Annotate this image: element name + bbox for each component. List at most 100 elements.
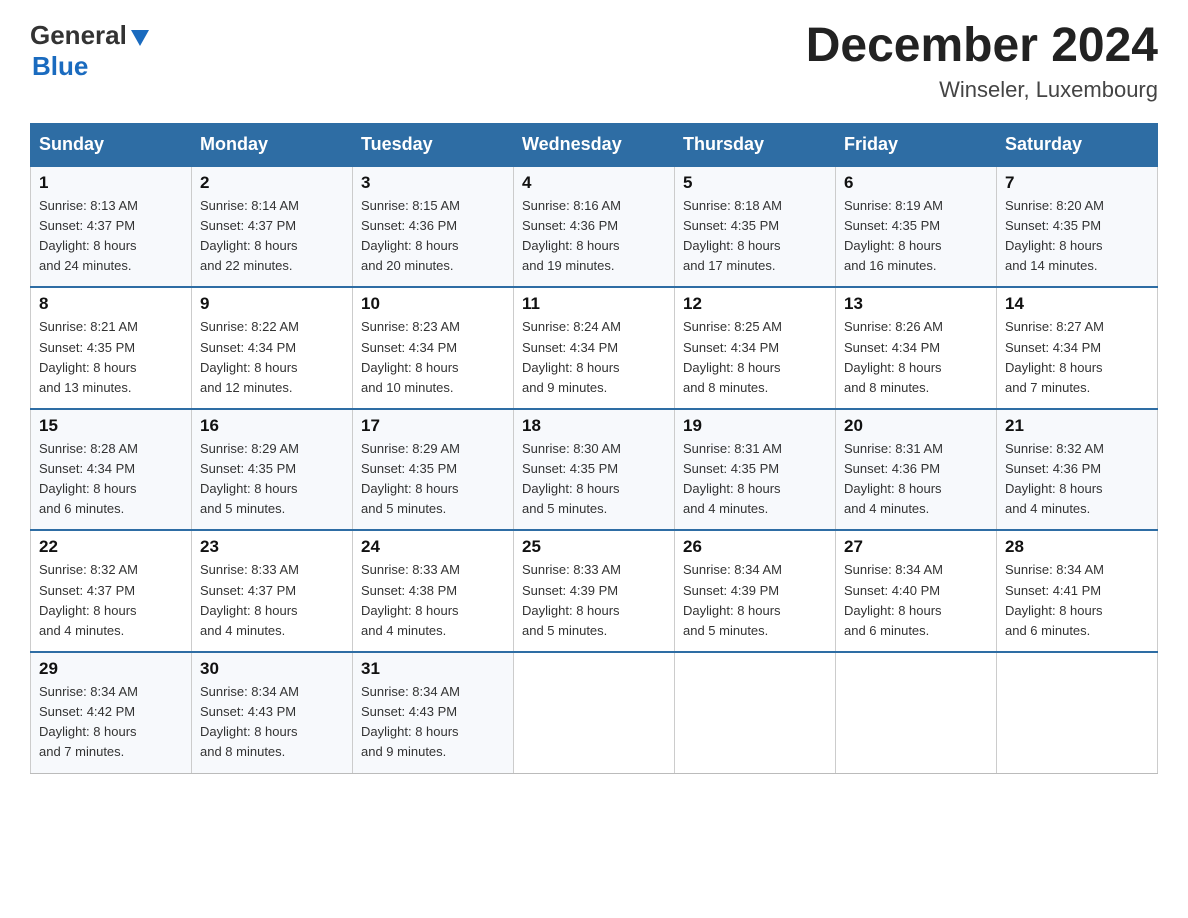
header-row: SundayMondayTuesdayWednesdayThursdayFrid… [31,123,1158,166]
day-number: 23 [200,537,344,557]
day-number: 17 [361,416,505,436]
day-number: 12 [683,294,827,314]
day-number: 26 [683,537,827,557]
calendar-cell: 17 Sunrise: 8:29 AMSunset: 4:35 PMDayligh… [353,409,514,531]
week-row-3: 15 Sunrise: 8:28 AMSunset: 4:34 PMDayligh… [31,409,1158,531]
calendar-cell: 22 Sunrise: 8:32 AMSunset: 4:37 PMDayligh… [31,530,192,652]
day-info: Sunrise: 8:18 AMSunset: 4:35 PMDaylight:… [683,196,827,277]
day-number: 8 [39,294,183,314]
header-cell-monday: Monday [192,123,353,166]
day-info: Sunrise: 8:22 AMSunset: 4:34 PMDaylight:… [200,317,344,398]
calendar-cell: 16 Sunrise: 8:29 AMSunset: 4:35 PMDayligh… [192,409,353,531]
week-row-1: 1 Sunrise: 8:13 AMSunset: 4:37 PMDaylight… [31,166,1158,288]
header-cell-sunday: Sunday [31,123,192,166]
day-number: 9 [200,294,344,314]
calendar-cell: 12 Sunrise: 8:25 AMSunset: 4:34 PMDayligh… [675,287,836,409]
calendar-cell: 27 Sunrise: 8:34 AMSunset: 4:40 PMDayligh… [836,530,997,652]
calendar-cell: 23 Sunrise: 8:33 AMSunset: 4:37 PMDayligh… [192,530,353,652]
day-number: 1 [39,173,183,193]
day-info: Sunrise: 8:25 AMSunset: 4:34 PMDaylight:… [683,317,827,398]
day-info: Sunrise: 8:32 AMSunset: 4:37 PMDaylight:… [39,560,183,641]
day-number: 20 [844,416,988,436]
header-cell-tuesday: Tuesday [353,123,514,166]
day-info: Sunrise: 8:26 AMSunset: 4:34 PMDaylight:… [844,317,988,398]
calendar-cell [675,652,836,773]
day-number: 6 [844,173,988,193]
calendar-cell: 18Sunrise: 8:30 AMSunset: 4:35 PMDayligh… [514,409,675,531]
calendar-cell: 21Sunrise: 8:32 AMSunset: 4:36 PMDayligh… [997,409,1158,531]
day-number: 31 [361,659,505,679]
day-info: Sunrise: 8:34 AMSunset: 4:42 PMDaylight:… [39,682,183,763]
day-info: Sunrise: 8:34 AMSunset: 4:40 PMDaylight:… [844,560,988,641]
day-number: 28 [1005,537,1149,557]
day-number: 22 [39,537,183,557]
day-info: Sunrise: 8:30 AMSunset: 4:35 PMDaylight:… [522,439,666,520]
day-info: Sunrise: 8:28 AMSunset: 4:34 PMDaylight:… [39,439,183,520]
day-info: Sunrise: 8:34 AMSunset: 4:43 PMDaylight:… [200,682,344,763]
calendar-cell: 2 Sunrise: 8:14 AMSunset: 4:37 PMDaylight… [192,166,353,288]
day-number: 14 [1005,294,1149,314]
week-row-2: 8 Sunrise: 8:21 AMSunset: 4:35 PMDaylight… [31,287,1158,409]
day-info: Sunrise: 8:33 AMSunset: 4:39 PMDaylight:… [522,560,666,641]
calendar-cell: 20 Sunrise: 8:31 AMSunset: 4:36 PMDayligh… [836,409,997,531]
day-number: 4 [522,173,666,193]
week-row-5: 29 Sunrise: 8:34 AMSunset: 4:42 PMDayligh… [31,652,1158,773]
week-row-4: 22 Sunrise: 8:32 AMSunset: 4:37 PMDayligh… [31,530,1158,652]
calendar-cell: 11 Sunrise: 8:24 AMSunset: 4:34 PMDayligh… [514,287,675,409]
day-info: Sunrise: 8:14 AMSunset: 4:37 PMDaylight:… [200,196,344,277]
calendar-cell: 9 Sunrise: 8:22 AMSunset: 4:34 PMDaylight… [192,287,353,409]
day-info: Sunrise: 8:33 AMSunset: 4:38 PMDaylight:… [361,560,505,641]
day-info: Sunrise: 8:24 AMSunset: 4:34 PMDaylight:… [522,317,666,398]
calendar-cell: 30 Sunrise: 8:34 AMSunset: 4:43 PMDayligh… [192,652,353,773]
calendar-cell: 28 Sunrise: 8:34 AMSunset: 4:41 PMDayligh… [997,530,1158,652]
day-number: 16 [200,416,344,436]
day-info: Sunrise: 8:32 AMSunset: 4:36 PMDaylight:… [1005,439,1149,520]
day-number: 2 [200,173,344,193]
calendar-cell: 25 Sunrise: 8:33 AMSunset: 4:39 PMDayligh… [514,530,675,652]
calendar-cell: 19Sunrise: 8:31 AMSunset: 4:35 PMDayligh… [675,409,836,531]
calendar-cell: 1 Sunrise: 8:13 AMSunset: 4:37 PMDaylight… [31,166,192,288]
day-number: 24 [361,537,505,557]
calendar-cell: 8 Sunrise: 8:21 AMSunset: 4:35 PMDaylight… [31,287,192,409]
calendar-cell: 3 Sunrise: 8:15 AMSunset: 4:36 PMDaylight… [353,166,514,288]
calendar-table: SundayMondayTuesdayWednesdayThursdayFrid… [30,123,1158,774]
day-info: Sunrise: 8:29 AMSunset: 4:35 PMDaylight:… [200,439,344,520]
calendar-cell: 5 Sunrise: 8:18 AMSunset: 4:35 PMDaylight… [675,166,836,288]
day-number: 25 [522,537,666,557]
logo-general-text: General [30,20,127,51]
day-number: 15 [39,416,183,436]
day-number: 27 [844,537,988,557]
day-number: 30 [200,659,344,679]
day-info: Sunrise: 8:21 AMSunset: 4:35 PMDaylight:… [39,317,183,398]
calendar-cell [514,652,675,773]
calendar-cell: 10 Sunrise: 8:23 AMSunset: 4:34 PMDayligh… [353,287,514,409]
header-cell-wednesday: Wednesday [514,123,675,166]
logo-blue-text: Blue [32,51,88,81]
day-info: Sunrise: 8:34 AMSunset: 4:41 PMDaylight:… [1005,560,1149,641]
title-area: December 2024 Winseler, Luxembourg [806,20,1158,103]
day-info: Sunrise: 8:33 AMSunset: 4:37 PMDaylight:… [200,560,344,641]
day-number: 29 [39,659,183,679]
day-number: 10 [361,294,505,314]
day-number: 7 [1005,173,1149,193]
day-info: Sunrise: 8:19 AMSunset: 4:35 PMDaylight:… [844,196,988,277]
day-info: Sunrise: 8:13 AMSunset: 4:37 PMDaylight:… [39,196,183,277]
calendar-cell: 14 Sunrise: 8:27 AMSunset: 4:34 PMDayligh… [997,287,1158,409]
day-info: Sunrise: 8:34 AMSunset: 4:43 PMDaylight:… [361,682,505,763]
day-info: Sunrise: 8:15 AMSunset: 4:36 PMDaylight:… [361,196,505,277]
day-info: Sunrise: 8:23 AMSunset: 4:34 PMDaylight:… [361,317,505,398]
main-title: December 2024 [806,20,1158,73]
day-info: Sunrise: 8:20 AMSunset: 4:35 PMDaylight:… [1005,196,1149,277]
day-number: 3 [361,173,505,193]
day-info: Sunrise: 8:31 AMSunset: 4:36 PMDaylight:… [844,439,988,520]
calendar-cell [836,652,997,773]
day-info: Sunrise: 8:29 AMSunset: 4:35 PMDaylight:… [361,439,505,520]
day-number: 5 [683,173,827,193]
day-info: Sunrise: 8:27 AMSunset: 4:34 PMDaylight:… [1005,317,1149,398]
calendar-cell: 26 Sunrise: 8:34 AMSunset: 4:39 PMDayligh… [675,530,836,652]
day-number: 13 [844,294,988,314]
day-number: 11 [522,294,666,314]
day-info: Sunrise: 8:34 AMSunset: 4:39 PMDaylight:… [683,560,827,641]
calendar-cell: 13 Sunrise: 8:26 AMSunset: 4:34 PMDayligh… [836,287,997,409]
header-cell-saturday: Saturday [997,123,1158,166]
